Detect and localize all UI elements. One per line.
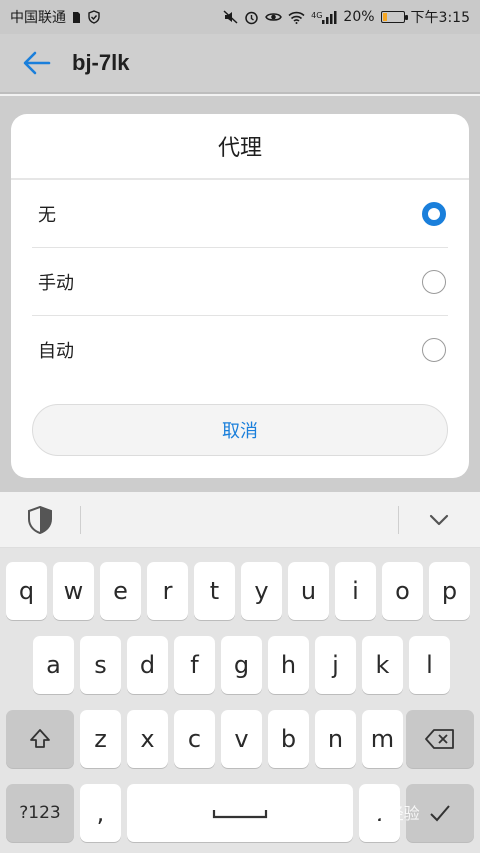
key-i[interactable]: i (335, 562, 376, 620)
key-d[interactable]: d (127, 636, 168, 694)
option-label: 无 (38, 204, 56, 226)
mute-icon (223, 10, 238, 24)
key-k[interactable]: k (362, 636, 403, 694)
radio-unselected-icon[interactable] (422, 337, 446, 362)
key-o[interactable]: o (382, 562, 423, 620)
comma-key[interactable]: , (80, 784, 121, 842)
key-j[interactable]: j (315, 636, 356, 694)
radio-unselected-icon[interactable] (422, 269, 446, 294)
option-none[interactable]: 无 (32, 180, 448, 248)
alarm-icon (245, 11, 258, 24)
key-h[interactable]: h (268, 636, 309, 694)
key-g[interactable]: g (221, 636, 262, 694)
collapse-keyboard-chevron-icon[interactable] (426, 508, 452, 532)
key-e[interactable]: e (100, 562, 141, 620)
option-manual[interactable]: 手动 (32, 248, 448, 316)
enter-key[interactable] (406, 784, 474, 842)
option-label: 自动 (38, 340, 74, 362)
toolbar-divider (80, 506, 81, 534)
key-x[interactable]: x (127, 710, 168, 768)
period-glyph: . (375, 799, 384, 827)
battery-percent: 20% (343, 9, 375, 25)
back-button[interactable] (22, 48, 52, 78)
secure-keyboard-shield-icon[interactable] (27, 506, 53, 534)
option-label: 手动 (38, 272, 74, 294)
key-y[interactable]: y (241, 562, 282, 620)
shift-key[interactable] (6, 710, 74, 768)
space-key[interactable] (127, 784, 353, 842)
backspace-key[interactable] (406, 710, 474, 768)
page-title: bj-7lk (72, 50, 130, 75)
wifi-icon (288, 11, 305, 24)
toolbar-divider (398, 506, 399, 534)
option-auto[interactable]: 自动 (32, 316, 448, 383)
key-l[interactable]: l (409, 636, 450, 694)
back-arrow-icon (23, 51, 51, 75)
symbols-key[interactable]: ?123 (6, 784, 74, 842)
clock-time: 下午3:15 (410, 10, 470, 26)
key-c[interactable]: c (174, 710, 215, 768)
battery-icon (380, 11, 408, 23)
key-z[interactable]: z (80, 710, 121, 768)
radio-selected-icon[interactable] (422, 201, 446, 226)
backspace-icon (425, 729, 454, 749)
key-r[interactable]: r (147, 562, 188, 620)
key-f[interactable]: f (174, 636, 215, 694)
space-bar-icon (212, 810, 268, 819)
cell-signal-icon (322, 10, 337, 24)
key-w[interactable]: w (53, 562, 94, 620)
dialog-title: 代理 (11, 114, 469, 180)
key-n[interactable]: n (315, 710, 356, 768)
eye-icon (265, 13, 282, 21)
network-type-badge: 4G (311, 10, 323, 20)
shield-check-icon (88, 10, 100, 24)
key-u[interactable]: u (288, 562, 329, 620)
shift-arrow-icon (30, 729, 50, 748)
app-bar: bj-7lk (0, 34, 480, 94)
cancel-button[interactable]: 取消 (32, 404, 448, 456)
key-m[interactable]: m (362, 710, 403, 768)
keyboard: qwertyuiop asdfghjkl zxcvbnm ?123 , . (0, 548, 480, 853)
key-b[interactable]: b (268, 710, 309, 768)
status-bar: 中国联通 4G 20% 下午3:15 (0, 0, 480, 34)
key-t[interactable]: t (194, 562, 235, 620)
enter-check-icon (430, 805, 450, 822)
key-p[interactable]: p (429, 562, 470, 620)
period-key[interactable]: . (359, 784, 400, 842)
sim-card-icon (73, 11, 80, 23)
key-q[interactable]: q (6, 562, 47, 620)
key-s[interactable]: s (80, 636, 121, 694)
keyboard-toolbar (0, 492, 480, 548)
carrier-name: 中国联通 (10, 10, 66, 26)
key-v[interactable]: v (221, 710, 262, 768)
key-a[interactable]: a (33, 636, 74, 694)
proxy-dialog: 代理 无 手动 自动 取消 (11, 114, 469, 478)
